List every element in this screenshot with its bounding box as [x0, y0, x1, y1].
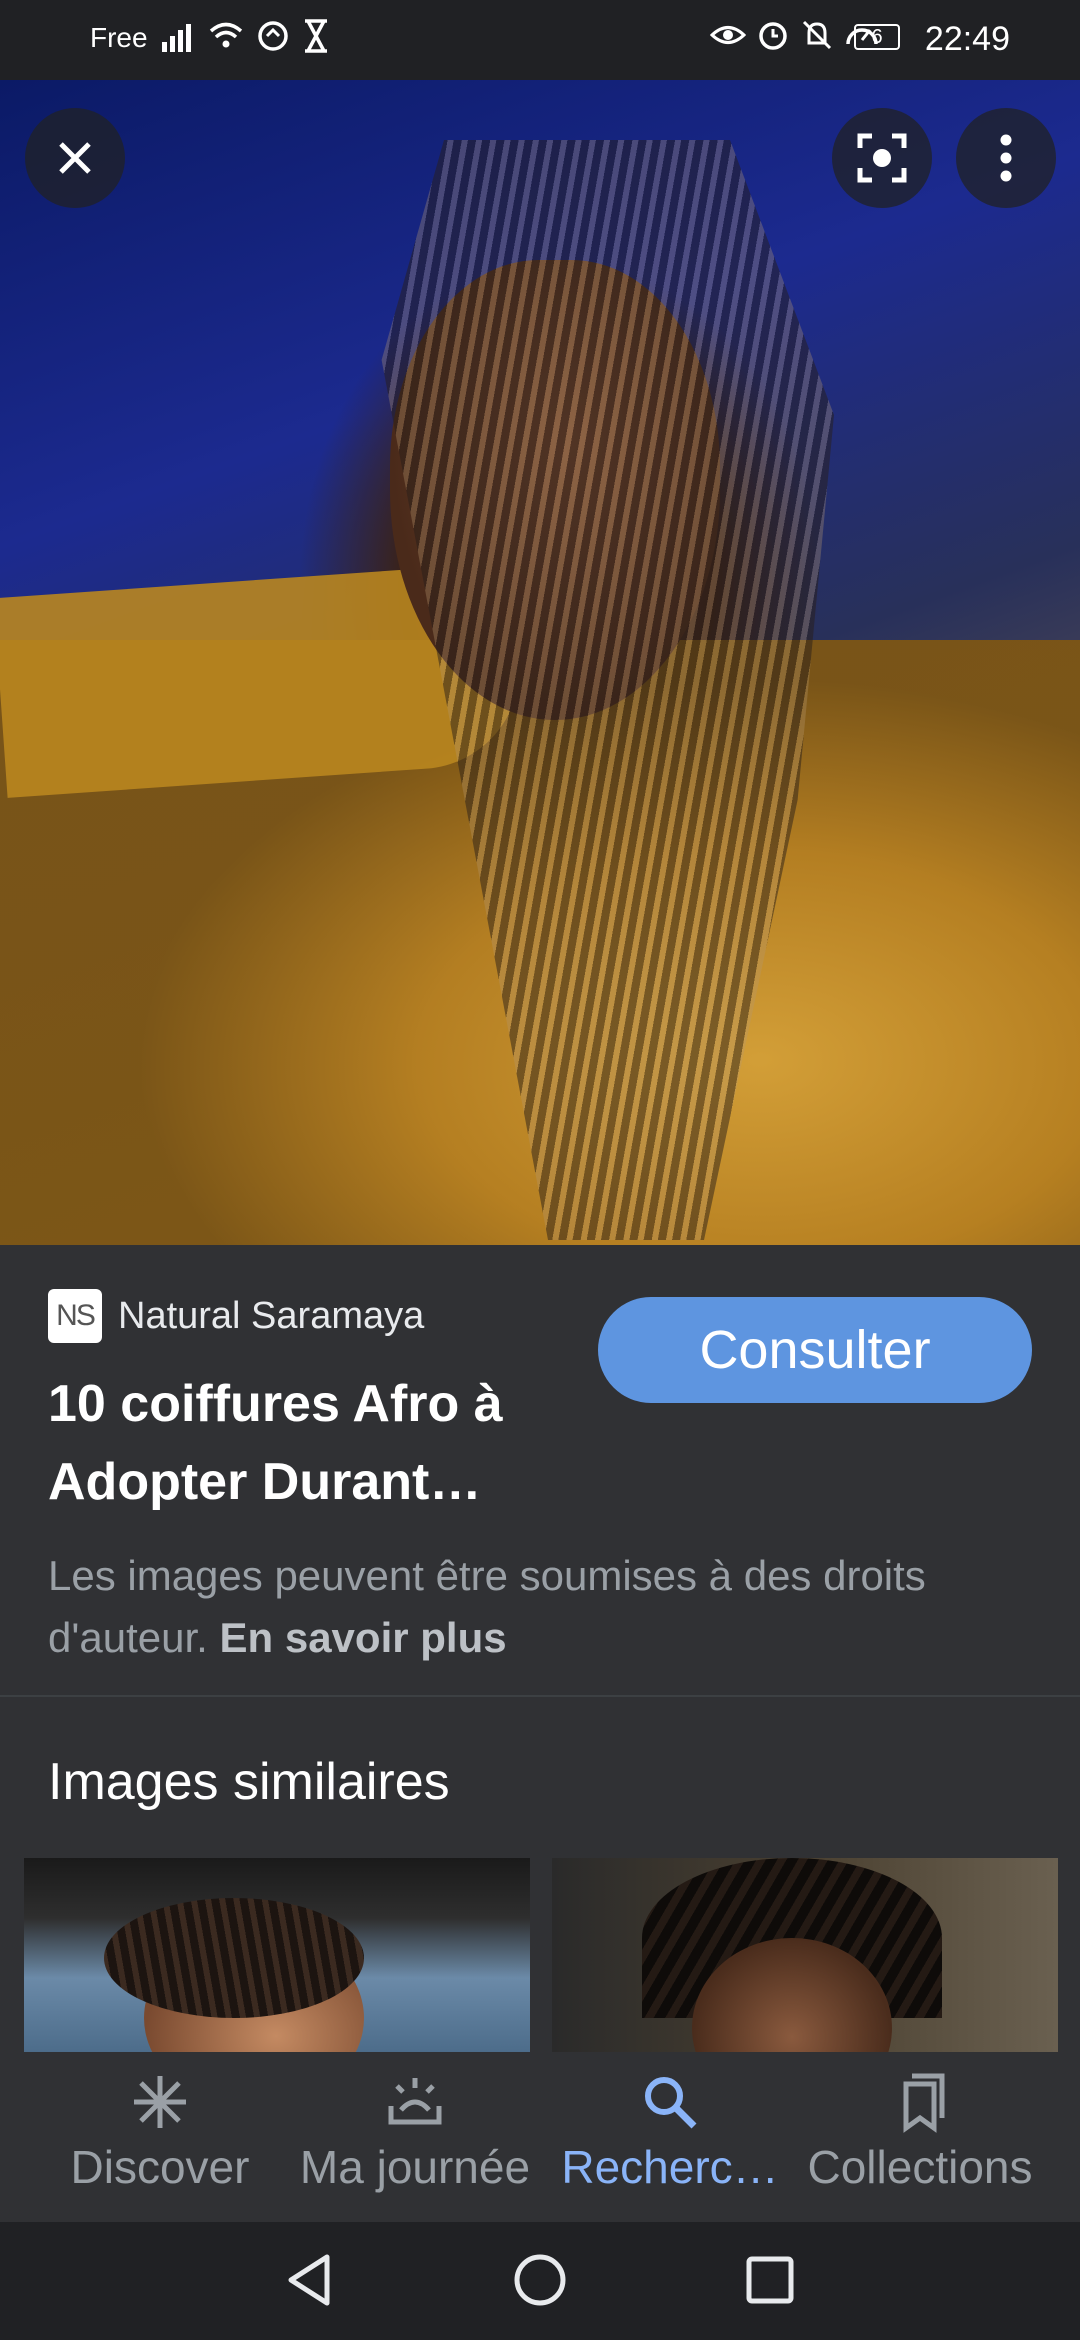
- home-button[interactable]: [510, 2250, 570, 2310]
- more-vert-icon: [1000, 134, 1012, 182]
- lens-icon: [857, 133, 907, 183]
- similar-image-thumbnail[interactable]: [24, 1858, 530, 2058]
- status-bar: Free 6 22:49: [0, 0, 1080, 80]
- eye-icon: [710, 26, 746, 44]
- bottom-navigation: Discover Ma journée Recherc… Collections: [0, 2052, 1080, 2222]
- back-icon: [288, 2254, 330, 2306]
- recents-icon: [746, 2256, 794, 2304]
- signal-icon: [162, 24, 191, 52]
- result-title[interactable]: 10 coiffures Afro à Adopter Durant…: [48, 1365, 588, 1521]
- similar-image-thumbnail[interactable]: [552, 1858, 1058, 2058]
- result-info-panel: NS Natural Saramaya 10 coiffures Afro à …: [0, 1245, 1080, 1697]
- nav-item-search[interactable]: Recherc…: [550, 2070, 790, 2194]
- close-icon: [59, 142, 91, 174]
- more-options-button[interactable]: [956, 108, 1056, 208]
- similar-images-heading: Images similaires: [48, 1753, 450, 1811]
- status-left-icons: [160, 18, 330, 54]
- nav-item-discover[interactable]: Discover: [40, 2070, 280, 2194]
- main-image[interactable]: [0, 80, 1080, 1245]
- nav-label-discover: Discover: [70, 2141, 250, 2193]
- data-saver-icon: [258, 21, 288, 51]
- learn-more-link[interactable]: En savoir plus: [220, 1614, 507, 1661]
- wifi-icon: [209, 22, 243, 48]
- hourglass-icon: [305, 19, 327, 53]
- lens-button[interactable]: [832, 108, 932, 208]
- nav-item-collections[interactable]: Collections: [790, 2070, 1050, 2194]
- thumbnail-braids: [104, 1898, 364, 2018]
- sunrise-icon: [388, 2078, 442, 2125]
- carrier-label: Free: [90, 22, 148, 53]
- nav-label-search: Recherc…: [561, 2141, 779, 2193]
- source-favicon: NS: [48, 1289, 102, 1343]
- bell-off-icon: [802, 20, 832, 50]
- source-row[interactable]: NS Natural Saramaya: [48, 1289, 424, 1343]
- recents-button[interactable]: [740, 2250, 800, 2310]
- nav-label-collections: Collections: [807, 2141, 1033, 2193]
- status-time: 22:49: [924, 20, 1010, 58]
- close-button[interactable]: [25, 108, 125, 208]
- section-divider: [0, 1695, 1080, 1697]
- system-navigation-bar: [0, 2222, 1080, 2340]
- home-icon: [514, 2254, 566, 2306]
- asterisk-icon: [134, 2076, 186, 2128]
- copyright-notice: Les images peuvent être soumises à des d…: [48, 1545, 1008, 1669]
- battery-indicator: 6: [854, 24, 900, 50]
- source-name: Natural Saramaya: [118, 1294, 425, 1337]
- nav-item-ma-journee[interactable]: Ma journée: [280, 2070, 550, 2194]
- search-icon: [645, 2077, 697, 2129]
- consult-button[interactable]: Consulter: [598, 1297, 1032, 1403]
- alarm-icon: [759, 22, 787, 50]
- bookmarks-icon: [903, 2073, 945, 2133]
- nav-label-ma-journee: Ma journée: [299, 2141, 531, 2193]
- back-button[interactable]: [280, 2250, 340, 2310]
